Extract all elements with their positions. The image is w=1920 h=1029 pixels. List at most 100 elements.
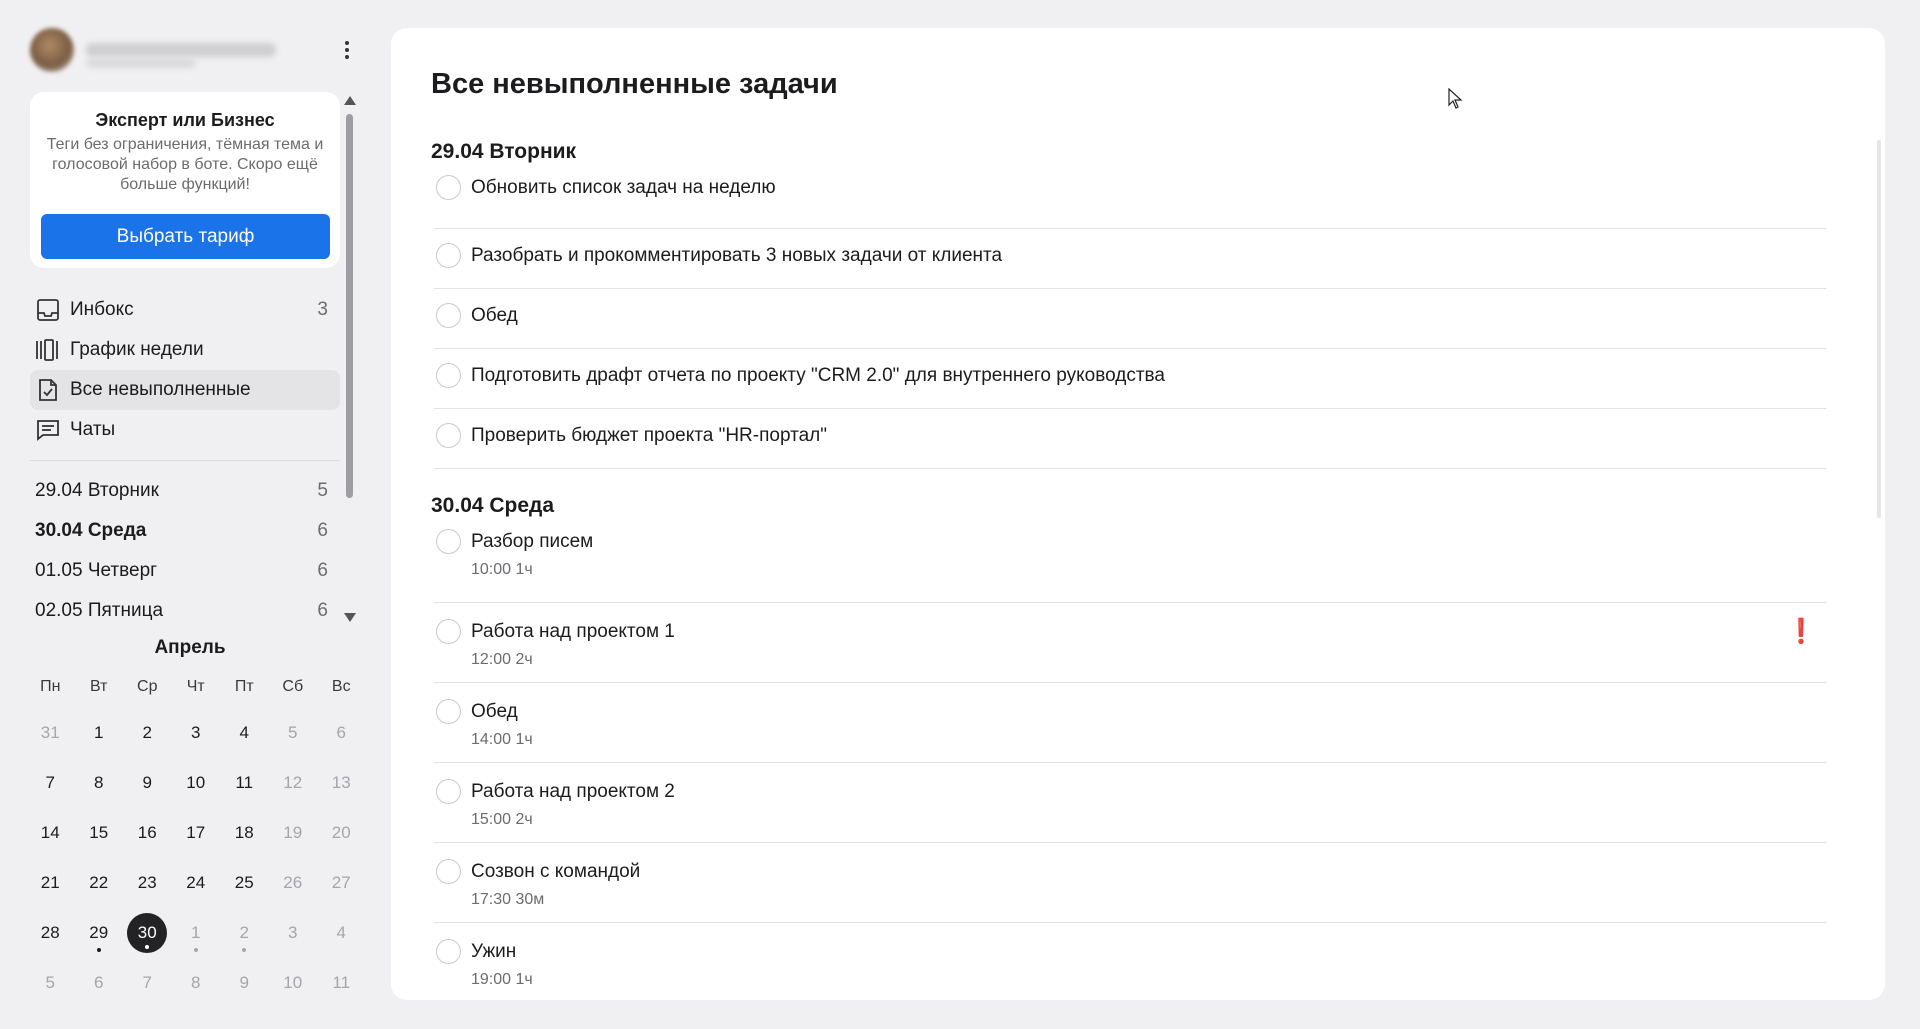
scroll-thumb[interactable] (346, 114, 353, 498)
avatar[interactable] (30, 28, 74, 72)
day-item[interactable]: 01.05 Четверг 6 (30, 551, 340, 591)
calendar-day-number: 7 (45, 773, 55, 792)
calendar-day-number: 10 (186, 773, 206, 792)
calendar-day[interactable]: 9 (123, 758, 172, 808)
day-label: 01.05 Четверг (35, 560, 158, 581)
calendar-day[interactable]: 16 (123, 808, 172, 858)
calendar-day-number: 2 (239, 923, 249, 942)
task-checkbox[interactable] (436, 303, 461, 328)
calendar-day[interactable]: 11 (220, 758, 269, 808)
calendar-day-today[interactable]: 30 (123, 908, 172, 958)
calendar-day-number: 28 (40, 923, 60, 942)
task-row[interactable]: Работа над проектом 2 15:00 2ч (434, 763, 1826, 843)
scroll-down-arrow-icon[interactable] (344, 613, 356, 622)
calendar-day[interactable]: 25 (220, 858, 269, 908)
calendar-day[interactable]: 14 (26, 808, 75, 858)
task-checkbox[interactable] (436, 423, 461, 448)
calendar-day[interactable]: 5 (269, 708, 318, 758)
calendar-day[interactable]: 6 (317, 708, 366, 758)
calendar-day[interactable]: 24 (172, 858, 221, 908)
calendar-day[interactable]: 13 (317, 758, 366, 808)
calendar-day[interactable]: 23 (123, 858, 172, 908)
calendar-day[interactable]: 3 (269, 908, 318, 958)
calendar-day-number: 22 (89, 873, 109, 892)
sidebar-item-label: Инбокс (70, 299, 134, 320)
day-item[interactable]: 02.05 Пятница 6 (30, 591, 340, 631)
task-checkbox[interactable] (436, 175, 461, 200)
task-row[interactable]: Разбор писем 10:00 1ч (434, 523, 1826, 603)
calendar-day[interactable]: 4 (317, 908, 366, 958)
calendar-day[interactable]: 8 (75, 758, 124, 808)
task-label: Работа над проектом 2 (471, 781, 675, 802)
calendar-day[interactable]: 20 (317, 808, 366, 858)
task-row[interactable]: Разобрать и прокомментировать 3 новых за… (434, 229, 1826, 289)
sidebar-item-inbox[interactable]: Инбокс 3 (30, 290, 340, 330)
day-count: 6 (317, 560, 328, 581)
day-item-today[interactable]: 30.04 Среда 6 (30, 511, 340, 551)
calendar-day[interactable]: 2 (123, 708, 172, 758)
calendar-day[interactable]: 31 (26, 708, 75, 758)
task-row[interactable]: Подготовить драфт отчета по проекту "CRM… (434, 349, 1826, 409)
sidebar-item-week-schedule[interactable]: График недели (30, 330, 340, 370)
task-row[interactable]: Проверить бюджет проекта "HR-портал" (434, 409, 1826, 469)
task-checkbox[interactable] (436, 243, 461, 268)
calendar-day[interactable]: 1 (75, 708, 124, 758)
weekday-label: Вс (331, 678, 351, 695)
more-options-icon[interactable] (336, 36, 358, 64)
sidebar-item-all-incomplete[interactable]: Все невыполненные (30, 370, 340, 410)
calendar-day[interactable]: 2 (220, 908, 269, 958)
calendar-day[interactable]: 18 (220, 808, 269, 858)
has-tasks-dot (96, 948, 101, 952)
calendar-day[interactable]: 4 (220, 708, 269, 758)
task-checkbox[interactable] (436, 859, 461, 884)
calendar-day-number: 24 (186, 873, 206, 892)
task-checkbox[interactable] (436, 699, 461, 724)
task-row[interactable]: Обновить список задач на неделю (434, 169, 1826, 229)
calendar-day-number: 8 (94, 773, 104, 792)
task-checkbox[interactable] (436, 529, 461, 554)
calendar-day[interactable]: 6 (75, 958, 124, 1008)
task-row[interactable]: Ужин 19:00 1ч (434, 923, 1826, 1000)
calendar-day[interactable]: 10 (172, 758, 221, 808)
calendar-day[interactable]: 8 (172, 958, 221, 1008)
calendar-day[interactable]: 21 (26, 858, 75, 908)
calendar-day-number: 31 (40, 723, 60, 742)
calendar-day[interactable]: 22 (75, 858, 124, 908)
task-checkbox[interactable] (436, 619, 461, 644)
calendar-day[interactable]: 26 (269, 858, 318, 908)
calendar-day[interactable]: 1 (172, 908, 221, 958)
calendar-day[interactable]: 12 (269, 758, 318, 808)
calendar-day[interactable]: 5 (26, 958, 75, 1008)
calendar-day[interactable]: 11 (317, 958, 366, 1008)
calendar-day[interactable]: 29 (75, 908, 124, 958)
task-checkbox[interactable] (436, 363, 461, 388)
task-row[interactable]: Работа над проектом 1 12:00 2ч ❗ (434, 603, 1826, 683)
calendar-day[interactable]: 7 (26, 758, 75, 808)
mini-calendar: Апрель Пн Вт Ср Чт Пт Сб Вс 31 1 2 3 4 5 6 7 8 9 10 11 12 13… (26, 630, 366, 1008)
main-scrollbar[interactable] (1877, 140, 1881, 518)
calendar-day[interactable]: 9 (220, 958, 269, 1008)
user-profile[interactable] (30, 28, 350, 72)
task-row[interactable]: Обед 14:00 1ч (434, 683, 1826, 763)
calendar-day-number: 4 (336, 923, 346, 942)
calendar-day[interactable]: 7 (123, 958, 172, 1008)
day-label: 02.05 Пятница (35, 600, 164, 621)
calendar-day[interactable]: 15 (75, 808, 124, 858)
day-item[interactable]: 29.04 Вторник 5 (30, 471, 340, 511)
calendar-day[interactable]: 28 (26, 908, 75, 958)
sidebar-scrollbar[interactable] (343, 96, 356, 628)
calendar-day[interactable]: 10 (269, 958, 318, 1008)
sidebar-item-chats[interactable]: Чаты (30, 410, 340, 450)
task-row[interactable]: Обед (434, 289, 1826, 349)
task-checkbox[interactable] (436, 779, 461, 804)
calendar-day[interactable]: 19 (269, 808, 318, 858)
calendar-day-number: 3 (191, 723, 201, 742)
scroll-up-arrow-icon[interactable] (344, 96, 356, 105)
task-checkbox[interactable] (436, 939, 461, 964)
calendar-day[interactable]: 17 (172, 808, 221, 858)
task-label: Обновить список задач на неделю (471, 177, 776, 198)
calendar-day[interactable]: 27 (317, 858, 366, 908)
choose-plan-button[interactable]: Выбрать тариф (41, 214, 330, 259)
task-row[interactable]: Созвон с командой 17:30 30м (434, 843, 1826, 923)
calendar-day[interactable]: 3 (172, 708, 221, 758)
